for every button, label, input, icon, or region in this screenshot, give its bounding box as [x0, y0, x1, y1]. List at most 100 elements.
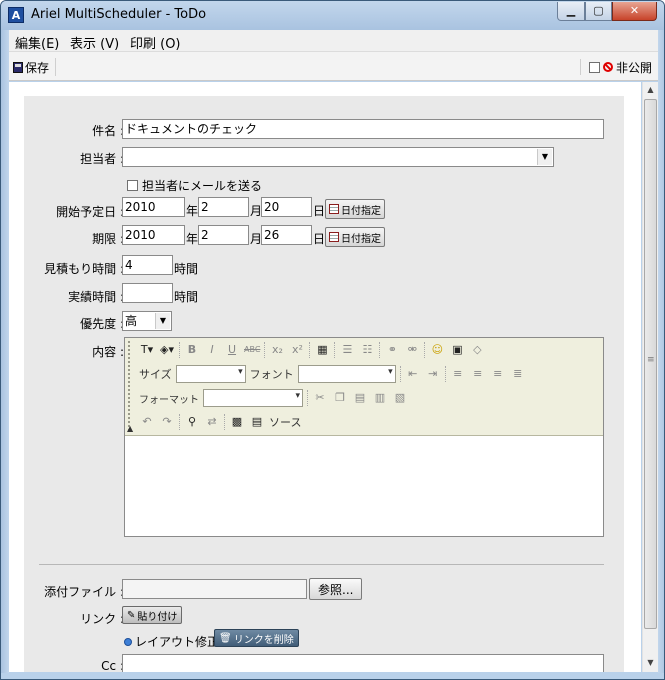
subscript-icon[interactable]: x₂: [269, 342, 285, 358]
text-color-icon[interactable]: T▾: [139, 342, 155, 358]
date-picker-label: 日付指定: [341, 205, 381, 217]
italic-icon[interactable]: I: [204, 342, 220, 358]
separator: [179, 414, 180, 430]
collapse-toolbar-icon[interactable]: ▲: [127, 424, 133, 433]
notify-option[interactable]: 担当者にメールを送る: [127, 177, 262, 194]
content-label: 内容 :: [92, 345, 124, 359]
assignee-select[interactable]: ▼: [122, 147, 554, 167]
chevron-down-icon[interactable]: ▼: [537, 149, 552, 165]
deadline-month-input[interactable]: 2: [198, 225, 249, 245]
background-color-icon[interactable]: ◈▾: [159, 342, 175, 358]
editor-toolbar: T▾ ◈▾ B I U ABC x₂ x² ▦ ☰ ☷ ⚭ ⚮ ☺ ▣ ◇ サイ…: [125, 338, 603, 436]
delete-link-button[interactable]: 🗑 リンクを削除: [214, 629, 299, 647]
numbered-list-icon[interactable]: ☰: [339, 342, 355, 358]
paste-link-label: 貼り付け: [137, 611, 178, 623]
undo-icon[interactable]: ↶: [139, 414, 155, 430]
paste-text-icon[interactable]: ▥: [372, 390, 388, 406]
subject-input[interactable]: ドキュメントのチェック: [122, 119, 604, 139]
estimate-input[interactable]: 4: [122, 255, 173, 275]
align-left-icon[interactable]: ≡: [450, 366, 466, 382]
separator: [424, 342, 426, 358]
private-checkbox[interactable]: [588, 61, 600, 73]
redo-icon[interactable]: ↷: [159, 414, 175, 430]
separator: [444, 366, 446, 382]
layout-fix-radio[interactable]: [124, 637, 132, 646]
editor-toolbar-row-1: T▾ ◈▾ B I U ABC x₂ x² ▦ ☰ ☷ ⚭ ⚮ ☺ ▣ ◇: [139, 339, 485, 361]
minimize-button[interactable]: ▁: [557, 2, 585, 21]
actual-input[interactable]: [122, 283, 173, 303]
separator: [379, 342, 381, 358]
vertical-scrollbar[interactable]: ▲ ▼: [642, 82, 658, 672]
deadline-date-picker-button[interactable]: 日付指定: [325, 227, 385, 247]
link-icon[interactable]: ⚭: [384, 342, 400, 358]
separator: [264, 342, 266, 358]
start-day-input[interactable]: 20: [261, 197, 312, 217]
eraser-icon[interactable]: ◇: [469, 342, 485, 358]
close-button[interactable]: ✕: [612, 2, 657, 21]
delete-link-label: リンクを削除: [233, 634, 294, 646]
attachment-input[interactable]: [122, 579, 307, 599]
layout-fix-option[interactable]: レイアウト修正: [124, 633, 219, 650]
outdent-icon[interactable]: ⇤: [405, 366, 421, 382]
deadline-year-input[interactable]: 2010: [122, 225, 185, 245]
source-icon[interactable]: ▤: [249, 414, 265, 430]
start-day-unit: 日: [313, 204, 326, 218]
editor-content-area[interactable]: [125, 437, 603, 536]
maximize-button[interactable]: ▢: [585, 2, 612, 21]
underline-icon[interactable]: U: [224, 342, 240, 358]
actual-unit: 時間: [174, 290, 199, 304]
copy-icon[interactable]: ❐: [332, 390, 348, 406]
bullet-list-icon[interactable]: ☷: [359, 342, 375, 358]
paste-link-button[interactable]: ✎ 貼り付け: [122, 606, 183, 624]
menu-view[interactable]: 表示 (V): [70, 33, 119, 52]
align-right-icon[interactable]: ≡: [490, 366, 506, 382]
menu-edit[interactable]: 編集(E): [15, 33, 59, 52]
window-title: Ariel MultiScheduler - ToDo: [31, 7, 207, 22]
save-button[interactable]: 保存: [13, 58, 57, 76]
font-label: フォント: [249, 368, 294, 381]
menu-print[interactable]: 印刷 (O): [130, 33, 181, 52]
find-icon[interactable]: ⚲: [184, 414, 200, 430]
table-icon[interactable]: ▦: [314, 342, 330, 358]
cut-icon[interactable]: ✂: [312, 390, 328, 406]
replace-icon[interactable]: ⇄: [204, 414, 220, 430]
paste-word-icon[interactable]: ▧: [392, 390, 408, 406]
strikethrough-icon[interactable]: ABC: [244, 342, 260, 358]
align-center-icon[interactable]: ≡: [470, 366, 486, 382]
image-icon[interactable]: ▣: [449, 342, 465, 358]
start-year-input[interactable]: 2010: [122, 197, 185, 217]
indent-icon[interactable]: ⇥: [425, 366, 441, 382]
format-select[interactable]: [203, 389, 303, 407]
paste-icon[interactable]: ▤: [352, 390, 368, 406]
start-date-picker-button[interactable]: 日付指定: [325, 199, 385, 219]
smiley-icon[interactable]: ☺: [429, 342, 445, 358]
start-label: 開始予定日 :: [56, 205, 124, 219]
app-window: A Ariel MultiScheduler - ToDo ▁ ▢ ✕ 編集(E…: [0, 0, 665, 680]
priority-select[interactable]: 高 ▼: [122, 311, 172, 331]
private-toggle[interactable]: 非公開: [579, 59, 652, 75]
trash-icon: 🗑: [219, 632, 232, 644]
browse-button[interactable]: 参照...: [309, 578, 363, 600]
scrollbar-thumb[interactable]: [644, 99, 657, 629]
deadline-day-input[interactable]: 26: [261, 225, 312, 245]
start-month-input[interactable]: 2: [198, 197, 249, 217]
calendar-icon: [329, 204, 339, 214]
editor-toolbar-row-4: ↶ ↷ ⚲ ⇄ ▩ ▤ ソース: [139, 411, 301, 433]
editor-toolbar-row-3: フォーマット ✂ ❐ ▤ ▥ ▧: [139, 387, 408, 409]
prohibited-icon: [602, 62, 613, 72]
justify-icon[interactable]: ≣: [510, 366, 526, 382]
source-label[interactable]: ソース: [269, 414, 301, 430]
cc-input[interactable]: [122, 654, 604, 672]
scroll-down-icon[interactable]: ▼: [643, 655, 658, 671]
superscript-icon[interactable]: x²: [289, 342, 305, 358]
size-select[interactable]: [175, 365, 246, 383]
select-all-icon[interactable]: ▩: [229, 414, 245, 430]
title-bar[interactable]: A Ariel MultiScheduler - ToDo ▁ ▢ ✕: [1, 1, 664, 30]
scroll-up-icon[interactable]: ▲: [643, 82, 658, 98]
bold-icon[interactable]: B: [184, 342, 200, 358]
cc-label: Cc :: [101, 659, 124, 672]
font-select[interactable]: [297, 365, 396, 383]
notify-checkbox[interactable]: [127, 180, 138, 191]
chevron-down-icon[interactable]: ▼: [155, 313, 170, 329]
unlink-icon[interactable]: ⚮: [404, 342, 420, 358]
